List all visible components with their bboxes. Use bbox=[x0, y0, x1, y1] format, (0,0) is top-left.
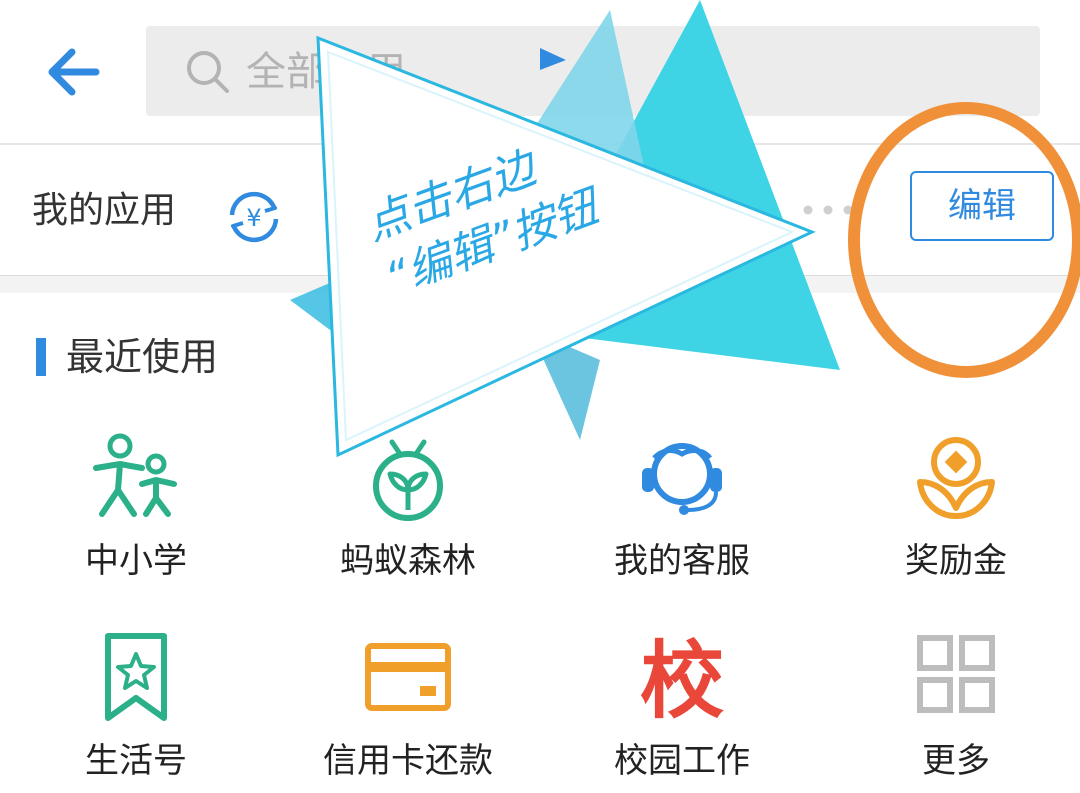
app-more[interactable]: 更多 bbox=[846, 628, 1066, 782]
school-char-icon: 校 bbox=[640, 632, 724, 728]
top-bar: 全部应用 bbox=[0, 0, 1080, 143]
edit-button[interactable]: 编辑 bbox=[910, 171, 1054, 241]
recent-section-title: 最近使用 bbox=[66, 335, 219, 379]
app-label: 蚂蚁森林 bbox=[340, 541, 476, 581]
app-customer-service[interactable]: 我的客服 bbox=[572, 428, 792, 582]
app-label: 更多 bbox=[922, 741, 990, 781]
svg-text:¥: ¥ bbox=[246, 204, 261, 232]
grid-more-icon bbox=[917, 635, 995, 713]
blue-triangle-small bbox=[530, 330, 600, 440]
search-icon bbox=[187, 51, 229, 93]
app-label: 校园工作 bbox=[614, 741, 750, 781]
bookmark-star-icon bbox=[105, 633, 167, 721]
children-icon bbox=[93, 433, 177, 517]
app-label: 奖励金 bbox=[905, 541, 1007, 581]
app-primary-school[interactable]: 中小学 bbox=[26, 428, 246, 582]
app-label: 生活号 bbox=[85, 741, 187, 781]
sprout-icon bbox=[373, 439, 443, 521]
divider bbox=[0, 275, 1080, 276]
yen-refresh-icon[interactable]: ¥ bbox=[222, 185, 286, 249]
app-label: 我的客服 bbox=[614, 541, 750, 581]
app-reward[interactable]: 奖励金 bbox=[846, 428, 1066, 582]
app-campus-work[interactable]: 校 校园工作 bbox=[572, 628, 792, 782]
more-dots-icon bbox=[803, 205, 853, 215]
back-button[interactable] bbox=[40, 36, 112, 108]
app-label: 信用卡还款 bbox=[323, 741, 493, 781]
search-input[interactable]: 全部应用 bbox=[146, 26, 1040, 116]
back-arrow-icon bbox=[48, 48, 100, 96]
app-label: 中小学 bbox=[85, 541, 187, 581]
section-marker bbox=[36, 338, 46, 376]
reward-coin-icon bbox=[917, 437, 995, 519]
search-placeholder: 全部应用 bbox=[246, 49, 406, 95]
app-life-account[interactable]: 生活号 bbox=[26, 628, 246, 782]
headset-icon bbox=[642, 443, 722, 515]
my-apps-label: 我的应用 bbox=[32, 190, 177, 231]
credit-card-icon bbox=[365, 643, 451, 711]
section-gap bbox=[0, 275, 1080, 293]
school-glyph: 校 bbox=[640, 632, 724, 728]
app-ant-forest[interactable]: 蚂蚁森林 bbox=[298, 428, 518, 582]
app-credit-card-repayment[interactable]: 信用卡还款 bbox=[298, 628, 518, 782]
